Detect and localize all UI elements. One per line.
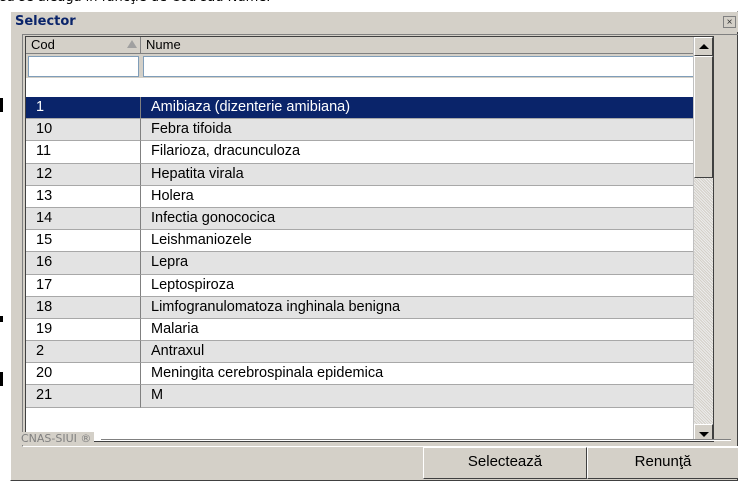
selector-grid: Cod Nume 1 Amibiaza (dizenterie amibiana… xyxy=(25,36,714,442)
nume-cell: M xyxy=(141,385,705,408)
column-header-label: Nume xyxy=(146,37,181,52)
table-row[interactable]: 11 Filarioza, dracunculoza xyxy=(26,141,713,164)
cod-cell: 21 xyxy=(26,385,141,408)
table-row[interactable]: 16 Lepra xyxy=(26,252,713,275)
nume-cell: Hepatita virala xyxy=(141,163,705,186)
column-header-label: Cod xyxy=(31,37,55,52)
table-row[interactable]: 10 Febra tifoida xyxy=(26,119,713,142)
column-header-cod[interactable]: Cod xyxy=(26,37,141,54)
grid-rows: 1 Amibiaza (dizenterie amibiana) 10 Febr… xyxy=(26,97,713,408)
scrollbar-thumb[interactable] xyxy=(694,56,713,178)
cancel-button[interactable]: Renunţă xyxy=(587,447,738,479)
select-button[interactable]: Selectează xyxy=(423,447,587,479)
nume-cell: Febra tifoida xyxy=(141,119,705,142)
nume-cell: Lepra xyxy=(141,252,705,275)
margin-mark xyxy=(0,372,3,386)
selector-window: Selector × Cod Nume 1 Amibiaza (dizenter… xyxy=(10,11,738,481)
cod-cell: 1 xyxy=(26,97,141,120)
nume-cell: Leishmaniozele xyxy=(141,230,705,253)
cod-cell: 20 xyxy=(26,363,141,386)
cod-cell: 18 xyxy=(26,296,141,319)
nume-cell: Amibiaza (dizenterie amibiana) xyxy=(141,97,705,120)
nume-cell: Antraxul xyxy=(141,341,705,364)
nume-filter-input[interactable] xyxy=(143,56,700,77)
cod-cell: 2 xyxy=(26,341,141,364)
cod-cell: 12 xyxy=(26,163,141,186)
arrow-down-icon xyxy=(699,432,709,437)
table-row[interactable]: 19 Malaria xyxy=(26,318,713,342)
nume-cell: Infectia gonococica xyxy=(141,207,705,231)
close-icon[interactable]: × xyxy=(723,16,736,28)
margin-mark xyxy=(0,98,3,112)
document-heading: să se aleagă în funcţie de Cod sau Nume. xyxy=(0,0,270,10)
column-header-nume[interactable]: Nume xyxy=(141,37,705,54)
nume-cell: Holera xyxy=(141,185,705,208)
nume-cell: Limfogranulomatoza inghinala benigna xyxy=(141,296,705,319)
cod-cell: 11 xyxy=(26,141,141,164)
table-row[interactable]: 15 Leishmaniozele xyxy=(26,230,713,253)
table-row[interactable]: 17 Leptospiroza xyxy=(26,274,713,297)
table-row[interactable]: 20 Meningita cerebrospinala epidemica xyxy=(26,363,713,386)
table-row[interactable]: 2 Antraxul xyxy=(26,341,713,364)
table-row[interactable]: 12 Hepatita virala xyxy=(26,163,713,186)
nume-cell: Leptospiroza xyxy=(141,274,705,297)
table-row[interactable]: 21 M xyxy=(26,385,713,408)
cod-filter-input[interactable] xyxy=(28,56,139,77)
brand-label: CNAS-SIUI ® xyxy=(21,432,95,445)
nume-cell: Meningita cerebrospinala epidemica xyxy=(141,363,705,386)
margin-mark xyxy=(0,316,3,322)
table-row[interactable]: 14 Infectia gonococica xyxy=(26,207,713,231)
nume-cell: Malaria xyxy=(141,318,705,342)
table-row[interactable]: 18 Limfogranulomatoza inghinala benigna xyxy=(26,296,713,319)
table-row[interactable]: 1 Amibiaza (dizenterie amibiana) xyxy=(26,97,713,120)
footer-divider xyxy=(101,439,731,441)
cod-cell: 19 xyxy=(26,318,141,342)
cod-cell: 10 xyxy=(26,119,141,142)
cod-cell: 13 xyxy=(26,185,141,208)
window-title: Selector xyxy=(15,14,76,29)
table-row[interactable]: 13 Holera xyxy=(26,185,713,208)
grid-header: Cod Nume xyxy=(26,37,713,54)
arrow-up-icon xyxy=(699,44,709,49)
scroll-up-button[interactable] xyxy=(694,37,713,56)
sort-ascending-icon xyxy=(127,40,137,48)
cod-cell: 16 xyxy=(26,252,141,275)
nume-cell: Filarioza, dracunculoza xyxy=(141,141,705,164)
cod-cell: 14 xyxy=(26,207,141,231)
title-bar: Selector × xyxy=(11,12,738,32)
cod-cell: 15 xyxy=(26,230,141,253)
filter-row xyxy=(26,54,713,78)
cod-cell: 17 xyxy=(26,274,141,297)
vertical-scrollbar[interactable] xyxy=(693,37,713,441)
